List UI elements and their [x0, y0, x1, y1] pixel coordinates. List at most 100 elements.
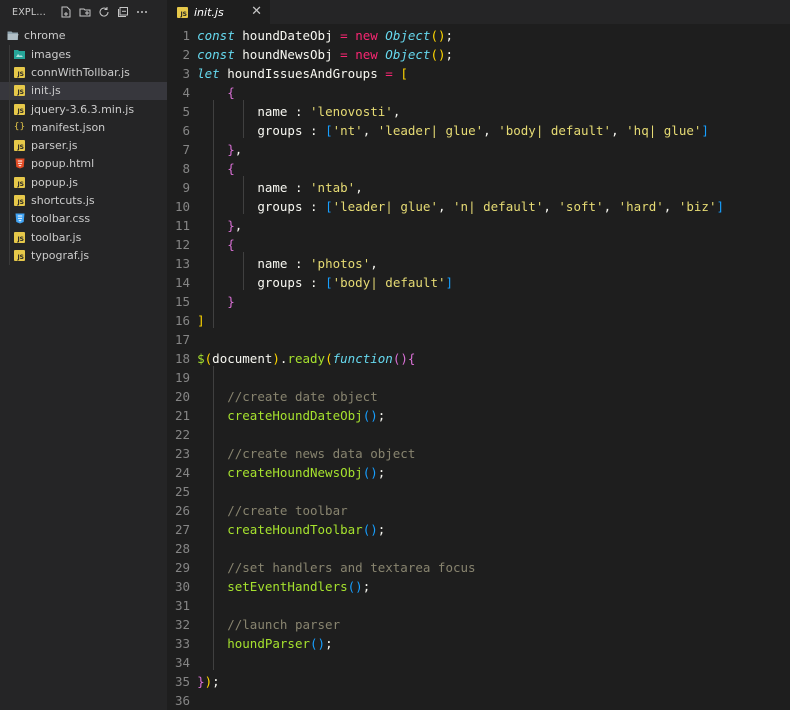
code-identifier: groups [257, 199, 303, 214]
code-string: 'hard' [618, 199, 664, 214]
folder-chrome[interactable]: chrome [0, 25, 167, 45]
tab-init-js[interactable]: JS init.js ✕ [167, 0, 270, 24]
code-line[interactable]: 10 groups : ['leader| glue', 'n| default… [167, 197, 790, 216]
css-file-icon [14, 213, 25, 224]
code-line[interactable]: 6 groups : ['nt', 'leader| glue', 'body|… [167, 121, 790, 140]
code-bracket: ) [370, 465, 378, 480]
file-item-popup-html[interactable]: popup.html [0, 155, 167, 173]
code-text: //launch parser [167, 615, 340, 634]
code-function: houndParser [227, 636, 311, 651]
code-line[interactable]: 4 { [167, 83, 790, 102]
code-bracket: ( [325, 351, 333, 366]
code-line[interactable]: 18 $(document).ready(function(){ [167, 349, 790, 368]
file-item-images[interactable]: images [0, 45, 167, 63]
code-line[interactable]: 7 }, [167, 140, 790, 159]
code-punctuation: , [611, 123, 619, 138]
file-item-popup-js[interactable]: JS popup.js [0, 173, 167, 191]
code-line[interactable]: 35 }); [167, 672, 790, 691]
explorer-sidebar: EXPL... chrome images JS connWithTollbar… [0, 0, 167, 710]
code-keyword: let [197, 66, 220, 81]
code-line[interactable]: 36 [167, 691, 790, 710]
code-line[interactable]: 27 createHoundToolbar(); [167, 520, 790, 539]
close-icon[interactable]: ✕ [251, 5, 262, 18]
code-line[interactable]: 26 //create toolbar [167, 501, 790, 520]
code-line[interactable]: 11 }, [167, 216, 790, 235]
code-text: createHoundNewsObj(); [167, 463, 385, 482]
code-punctuation: , [234, 142, 243, 157]
code-line[interactable]: 24 createHoundNewsObj(); [167, 463, 790, 482]
collapse-all-icon[interactable] [117, 6, 129, 18]
code-line[interactable]: 30 setEventHandlers(); [167, 577, 790, 596]
new-file-icon[interactable] [60, 6, 72, 18]
code-text [167, 539, 197, 558]
code-line[interactable]: 3 let houndIssuesAndGroups = [ [167, 64, 790, 83]
tab-label: init.js [194, 5, 224, 19]
code-line[interactable]: 29 //set handlers and textarea focus [167, 558, 790, 577]
file-item-typograf-js[interactable]: JS typograf.js [0, 246, 167, 264]
file-item-toolbar-js[interactable]: JS toolbar.js [0, 228, 167, 246]
code-text [167, 691, 197, 710]
code-bracket: ] [701, 123, 709, 138]
new-folder-icon[interactable] [79, 6, 91, 18]
code-line[interactable]: 16 ] [167, 311, 790, 330]
code-text: createHoundToolbar(); [167, 520, 385, 539]
code-line[interactable]: 20 //create date object [167, 387, 790, 406]
code-line[interactable]: 2 const houndNewsObj = new Object(); [167, 45, 790, 64]
code-line[interactable]: 25 [167, 482, 790, 501]
code-line[interactable]: 19 [167, 368, 790, 387]
code-text: { [167, 83, 235, 102]
file-item-toolbar-css[interactable]: toolbar.css [0, 210, 167, 228]
code-line[interactable]: 12 { [167, 235, 790, 254]
code-line[interactable]: 28 [167, 539, 790, 558]
code-comment: //create news data object [227, 446, 416, 461]
code-text: }, [167, 140, 242, 159]
code-string: 'photos' [310, 256, 371, 271]
refresh-icon[interactable] [98, 6, 110, 18]
code-line[interactable]: 34 [167, 653, 790, 672]
code-line[interactable]: 33 houndParser(); [167, 634, 790, 653]
file-item-parser-js[interactable]: JS parser.js [0, 136, 167, 154]
code-text: const houndNewsObj = new Object(); [167, 45, 453, 64]
code-line[interactable]: 32 //launch parser [167, 615, 790, 634]
more-icon[interactable] [136, 6, 148, 18]
code-line[interactable]: 1 const houndDateObj = new Object(); [167, 26, 790, 45]
code-line[interactable]: 23 //create news data object [167, 444, 790, 463]
code-punctuation: ; [212, 674, 220, 689]
code-line[interactable]: 17 [167, 330, 790, 349]
file-item-shortcuts-js[interactable]: JS shortcuts.js [0, 191, 167, 209]
code-line[interactable]: 31 [167, 596, 790, 615]
code-bracket: ( [430, 28, 438, 43]
code-line[interactable]: 8 { [167, 159, 790, 178]
file-list: images JS connWithTollbar.js JS init.js … [0, 45, 167, 265]
file-item-init-js[interactable]: JS init.js [0, 81, 167, 100]
code-line[interactable]: 22 [167, 425, 790, 444]
code-identifier: houndIssuesAndGroups [227, 66, 378, 81]
code-text: name : 'photos', [167, 254, 377, 273]
code-line[interactable]: 21 createHoundDateObj(); [167, 406, 790, 425]
code-line[interactable]: 13 name : 'photos', [167, 254, 790, 273]
code-line[interactable]: 14 groups : ['body| default'] [167, 273, 790, 292]
code-text: setEventHandlers(); [167, 577, 370, 596]
code-line[interactable]: 5 name : 'lenovosti', [167, 102, 790, 121]
code-identifier: name [257, 256, 288, 271]
file-item-jquery-js[interactable]: JS jquery-3.6.3.min.js [0, 100, 167, 118]
code-comment: //launch parser [227, 617, 341, 632]
file-item-manifest-json[interactable]: {} manifest.json [0, 118, 167, 136]
code-function: createHoundToolbar [227, 522, 363, 537]
code-punctuation: , [603, 199, 612, 214]
code-punctuation: : [294, 104, 303, 119]
code-line[interactable]: 9 name : 'ntab', [167, 178, 790, 197]
code-line[interactable]: 15 } [167, 292, 790, 311]
code-editor[interactable]: 1 const houndDateObj = new Object(); 2 co… [167, 24, 790, 710]
file-item-connwithtollbar-js[interactable]: JS connWithTollbar.js [0, 63, 167, 81]
code-string: 'nt' [332, 123, 363, 138]
code-bracket: ) [355, 579, 363, 594]
